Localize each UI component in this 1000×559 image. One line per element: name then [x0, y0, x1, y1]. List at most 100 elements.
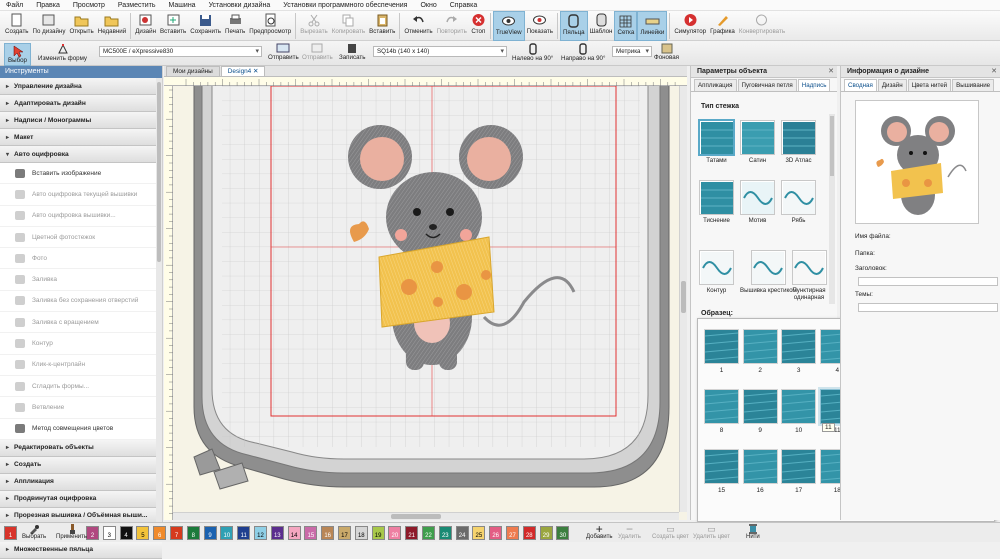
menu-item-4[interactable]: Машина: [168, 2, 195, 9]
color-chip-24[interactable]: 24: [455, 526, 469, 540]
stitch-sample-17[interactable]: [781, 449, 817, 484]
menu-item-7[interactable]: Окно: [420, 2, 436, 9]
send-button[interactable]: Отправить: [268, 43, 299, 61]
toolbar-button-paste[interactable]: Вставить: [367, 11, 397, 41]
threads-button[interactable]: Нити: [746, 524, 760, 540]
create-color-button[interactable]: ▭ Создать цвет: [652, 524, 689, 540]
color-chip-26[interactable]: 26: [489, 526, 503, 540]
tab-embroidering[interactable]: Вышивание: [952, 79, 995, 91]
topics-field[interactable]: [858, 303, 998, 312]
tool-item-8[interactable]: Контур: [0, 333, 162, 355]
menu-item-5[interactable]: Установки дизайна: [209, 2, 271, 9]
color-chip-25[interactable]: 25: [472, 526, 486, 540]
color-chip-9[interactable]: 9: [203, 526, 217, 540]
section-bottom-3[interactable]: ▸ Продвинутая оцифровка: [0, 490, 162, 508]
toolbar-button-template-view[interactable]: Шаблон: [588, 11, 615, 41]
toolbar-button-show[interactable]: Показать: [525, 11, 555, 41]
design-canvas[interactable]: [164, 77, 687, 520]
toolbar-button-graphics[interactable]: Графика: [708, 11, 737, 41]
toolbar-button-design[interactable]: Дизайн: [133, 11, 158, 41]
tab-buttonhole[interactable]: Пуговичная петля: [737, 79, 797, 91]
hoop-select[interactable]: SQ14b (140 x 140): [373, 46, 507, 57]
toolbar-button-preview[interactable]: Предпросмотр: [247, 11, 293, 41]
color-chip-5[interactable]: 5: [136, 526, 150, 540]
stitch-type-2[interactable]: 3D Атлас: [781, 120, 816, 164]
tab-applique[interactable]: Аппликация: [694, 79, 737, 91]
color-chip-14[interactable]: 14: [287, 526, 301, 540]
color-chip-16[interactable]: 16: [321, 526, 335, 540]
close-panel-icon[interactable]: ✕: [828, 66, 834, 78]
color-chip-30[interactable]: 30: [556, 526, 570, 540]
section-0[interactable]: ▸ Управление дизайна: [0, 78, 162, 95]
tab-design4[interactable]: Design4 ✕: [220, 66, 266, 76]
color-chip-17[interactable]: 17: [338, 526, 351, 540]
remove-color-button[interactable]: ▭ Удалить цвет: [693, 524, 730, 540]
menu-item-8[interactable]: Справка: [450, 2, 477, 9]
tools-panel-scroll-thumb[interactable]: [157, 82, 161, 262]
rotate-right-button[interactable]: Направо на 90°: [561, 43, 605, 62]
color-chip-28[interactable]: 28: [522, 526, 536, 540]
tab-summary[interactable]: Сводная: [844, 79, 877, 91]
stitch-sample-3[interactable]: [781, 329, 817, 364]
stitch-type-6[interactable]: Контур: [699, 250, 734, 294]
units-select[interactable]: Метрика: [612, 46, 652, 57]
color-chip-18[interactable]: 18: [354, 526, 368, 540]
color-chip-20[interactable]: 20: [388, 526, 402, 540]
color-chip-1[interactable]: 1: [4, 526, 17, 540]
tool-item-4[interactable]: Фото: [0, 248, 162, 270]
color-chip-11[interactable]: 11: [237, 526, 251, 540]
stitch-sample-10[interactable]: [781, 389, 817, 424]
toolbar-button-simulator[interactable]: Симулятор: [672, 11, 708, 41]
toolbar-button-open-folder[interactable]: Открыть: [67, 11, 95, 41]
toolbar-button-insert[interactable]: Вставить: [158, 11, 188, 41]
stitch-sample-2[interactable]: [742, 329, 778, 364]
tool-item-6[interactable]: Заливка без сохранения отверстий: [0, 290, 162, 313]
send2-button[interactable]: Отправить: [302, 43, 333, 61]
tool-item-12[interactable]: Метод совмещения цветов: [0, 418, 162, 440]
toolbar-button-grid[interactable]: Сетка: [614, 11, 638, 41]
stitch-sample-15[interactable]: [704, 449, 739, 484]
menu-item-3[interactable]: Разместить: [118, 2, 156, 9]
toolbar-button-hoop[interactable]: Пяльца: [559, 11, 588, 41]
tool-item-1[interactable]: Авто оцифровка текущей вышивки: [0, 184, 162, 206]
color-chip-12[interactable]: 12: [254, 526, 267, 540]
toolbar-button-trueview[interactable]: TrueView: [492, 11, 525, 41]
background-button[interactable]: Фоновая: [654, 43, 679, 61]
title-field[interactable]: [858, 277, 998, 286]
reshape-tool-button[interactable]: Изменить форму: [38, 43, 87, 62]
section-1[interactable]: ▸ Адаптировать дизайн: [0, 95, 162, 112]
tool-item-0[interactable]: Вставить изображение: [0, 163, 162, 185]
tool-item-11[interactable]: Ветвление: [0, 397, 162, 419]
toolbar-button-stop[interactable]: Стоп: [469, 11, 488, 41]
stitch-type-1[interactable]: Сатин: [740, 120, 775, 164]
select-tool-button[interactable]: Выбор: [4, 43, 32, 66]
tool-item-3[interactable]: Цветной фотостежок: [0, 226, 162, 249]
close-tab-icon[interactable]: ✕: [253, 68, 258, 75]
color-chip-19[interactable]: 19: [371, 526, 385, 540]
stitch-sample-9[interactable]: [742, 389, 778, 424]
menu-item-2[interactable]: Просмотр: [73, 2, 105, 9]
canvas-vertical-scrollbar[interactable]: [679, 86, 687, 512]
add-color-button[interactable]: + Добавить: [586, 523, 613, 540]
color-chip-3[interactable]: 3: [102, 526, 116, 540]
color-chip-4[interactable]: 4: [119, 526, 133, 540]
section-bottom-0[interactable]: ▸ Редактировать объекты: [0, 439, 162, 457]
tab-design[interactable]: Дизайн: [877, 79, 907, 91]
toolbar-button-cut[interactable]: Вырезать: [298, 11, 330, 41]
stitch-sample-16[interactable]: [742, 449, 778, 484]
tab-thread-colors[interactable]: Цвета нитей: [907, 79, 952, 91]
toolbar-button-undo[interactable]: Отменить: [402, 11, 434, 41]
pick-color-button[interactable]: Выбрать: [22, 524, 46, 540]
section-bottom-2[interactable]: ▸ Аппликация: [0, 473, 162, 491]
color-chip-15[interactable]: 15: [304, 526, 318, 540]
section-bottom-1[interactable]: ▸ Создать: [0, 456, 162, 474]
delete-color-button[interactable]: − Удалить: [618, 523, 641, 540]
tools-panel-scrollbar[interactable]: [156, 78, 162, 522]
tool-item-5[interactable]: Заливка: [0, 269, 162, 291]
section-2[interactable]: ▸ Надписи / Монограммы: [0, 112, 162, 129]
color-chip-6[interactable]: 6: [153, 526, 167, 540]
toolbar-button-new-file[interactable]: Создать: [3, 11, 31, 41]
stitch-types-scroll-thumb[interactable]: [830, 116, 834, 176]
color-chip-2[interactable]: 2: [86, 526, 99, 540]
toolbar-button-recent-folder[interactable]: Недавний: [96, 11, 128, 41]
